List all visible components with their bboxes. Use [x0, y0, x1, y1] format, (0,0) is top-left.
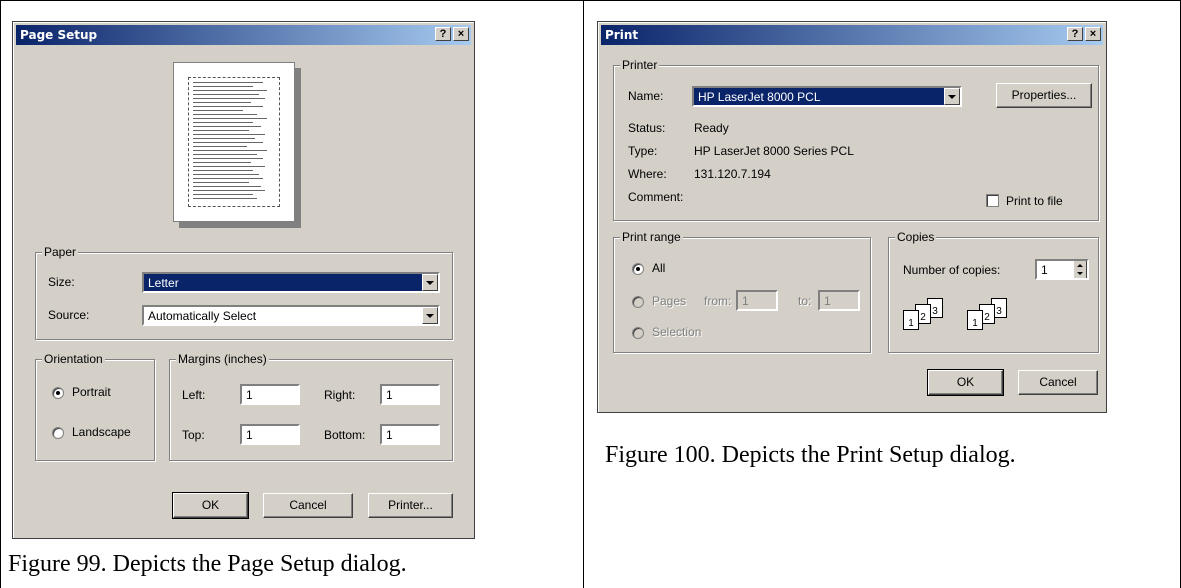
- to-label: to:: [798, 294, 812, 308]
- printer-button[interactable]: Printer...: [368, 493, 453, 518]
- table-border-top: [0, 0, 1181, 1]
- ok-button[interactable]: OK: [927, 369, 1004, 396]
- where-value: 131.120.7.194: [694, 167, 771, 181]
- selection-radio[interactable]: [632, 327, 644, 339]
- landscape-label[interactable]: Landscape: [72, 425, 131, 439]
- type-label: Type:: [628, 144, 658, 158]
- paper-group: Paper Size: Letter Source: Automatically…: [35, 245, 453, 340]
- help-button[interactable]: ?: [1067, 27, 1083, 41]
- all-radio[interactable]: [632, 263, 644, 275]
- orientation-group: Orientation Portrait Landscape: [35, 352, 155, 461]
- margins-group: Margins (inches) Left: 1 Right: 1 Top: 1…: [169, 352, 453, 461]
- comment-label: Comment:: [628, 190, 684, 204]
- figure-100-caption: Figure 100. Depicts the Print Setup dial…: [605, 442, 1016, 468]
- from-label: from:: [704, 294, 732, 308]
- copies-label: Number of copies:: [903, 263, 1001, 277]
- all-label[interactable]: All: [652, 261, 665, 275]
- printer-group: Printer Name: HP LaserJet 8000 PCL Prope…: [613, 58, 1099, 221]
- margins-group-label: Margins (inches): [176, 352, 269, 366]
- source-label: Source:: [48, 308, 90, 322]
- copies-group-label: Copies: [895, 230, 937, 244]
- paper-group-label: Paper: [42, 245, 79, 259]
- title-bar: Print ? ×: [601, 25, 1103, 45]
- where-label: Where:: [628, 167, 667, 181]
- bottom-margin-input[interactable]: 1: [380, 424, 440, 445]
- page-preview: [173, 62, 295, 222]
- collate-icon-1: 3 2 1: [903, 298, 953, 332]
- status-label: Status:: [628, 121, 666, 135]
- from-page-input[interactable]: 1: [736, 290, 778, 311]
- sheet-1: 1: [967, 310, 983, 330]
- spinner-arrows-icon[interactable]: [1073, 261, 1087, 278]
- pages-label[interactable]: Pages: [652, 294, 686, 308]
- cancel-button[interactable]: Cancel: [263, 493, 353, 518]
- copies-group: Copies Number of copies: 1 3 2 1 3 2 1: [888, 230, 1099, 353]
- print-to-file-label[interactable]: Print to file: [1006, 194, 1063, 208]
- orientation-group-label: Orientation: [42, 352, 105, 366]
- chevron-down-icon[interactable]: [422, 274, 438, 291]
- figure-99-caption: Figure 99. Depicts the Page Setup dialog…: [8, 551, 407, 577]
- printer-group-label: Printer: [620, 58, 660, 72]
- title-bar: Page Setup ? ×: [16, 25, 471, 45]
- to-page-input[interactable]: 1: [818, 290, 860, 311]
- printer-name-value: HP LaserJet 8000 PCL: [694, 88, 960, 105]
- collate-icon-2: 3 2 1: [967, 298, 1017, 332]
- size-dropdown[interactable]: Letter: [142, 272, 440, 293]
- size-label: Size:: [48, 275, 75, 289]
- status-value: Ready: [694, 121, 729, 135]
- properties-button[interactable]: Properties...: [996, 83, 1092, 108]
- portrait-label[interactable]: Portrait: [72, 385, 111, 399]
- bottom-margin-label: Bottom:: [324, 428, 366, 442]
- print-to-file-checkbox[interactable]: [986, 194, 999, 207]
- print-dialog: Print ? × Printer Name: HP LaserJet 8000…: [597, 21, 1107, 413]
- right-margin-input[interactable]: 1: [380, 384, 440, 405]
- printer-name-dropdown[interactable]: HP LaserJet 8000 PCL: [692, 86, 962, 107]
- right-margin-label: Right:: [324, 388, 356, 402]
- table-divider: [583, 0, 584, 588]
- copies-value: 1: [1041, 263, 1048, 277]
- source-dropdown[interactable]: Automatically Select: [142, 305, 440, 326]
- close-button[interactable]: ×: [453, 27, 469, 41]
- left-margin-input[interactable]: 1: [240, 384, 300, 405]
- dialog-title: Page Setup: [20, 28, 98, 42]
- landscape-radio[interactable]: [52, 427, 64, 439]
- close-button[interactable]: ×: [1085, 27, 1101, 41]
- source-value: Automatically Select: [148, 309, 257, 323]
- top-margin-input[interactable]: 1: [240, 424, 300, 445]
- page-margin-outline: [188, 77, 280, 207]
- copies-input[interactable]: 1: [1035, 259, 1089, 280]
- top-margin-label: Top:: [182, 428, 205, 442]
- ok-button[interactable]: OK: [172, 492, 249, 519]
- print-range-group: Print range All Pages from: 1 to: 1 Sele…: [613, 230, 871, 353]
- sheet-1: 1: [903, 310, 919, 330]
- help-button[interactable]: ?: [435, 27, 451, 41]
- portrait-radio[interactable]: [52, 387, 64, 399]
- selection-label[interactable]: Selection: [652, 325, 701, 339]
- chevron-down-icon[interactable]: [944, 88, 960, 105]
- chevron-down-icon[interactable]: [422, 307, 438, 324]
- print-range-group-label: Print range: [620, 230, 683, 244]
- table-border-left: [0, 0, 1, 588]
- size-value: Letter: [144, 274, 438, 291]
- left-margin-label: Left:: [182, 388, 206, 402]
- type-value: HP LaserJet 8000 Series PCL: [694, 144, 854, 158]
- name-label: Name:: [628, 89, 664, 103]
- dialog-title: Print: [605, 28, 639, 42]
- pages-radio[interactable]: [632, 296, 644, 308]
- cancel-button[interactable]: Cancel: [1018, 370, 1098, 395]
- page-setup-dialog: Page Setup ? × Paper Size: Letter Source…: [12, 21, 475, 539]
